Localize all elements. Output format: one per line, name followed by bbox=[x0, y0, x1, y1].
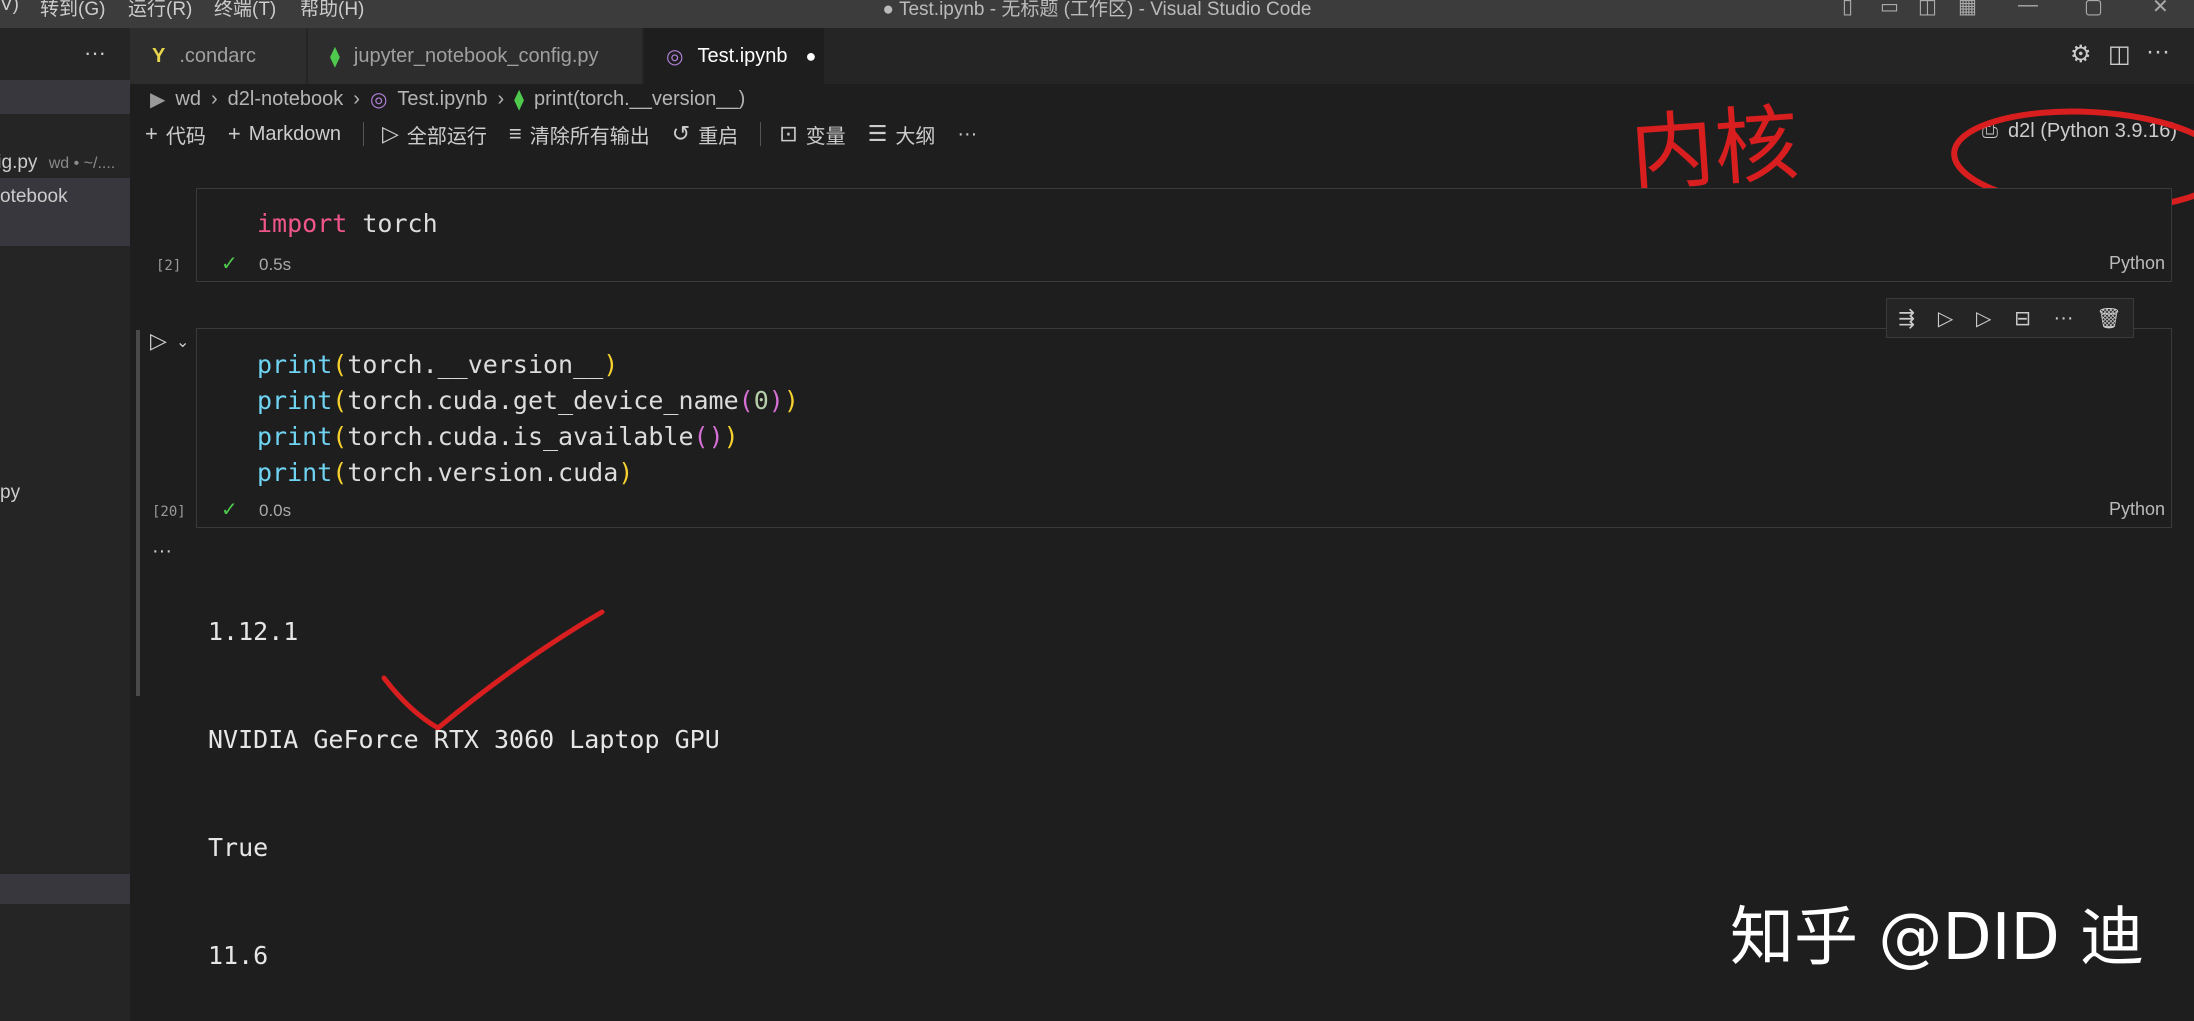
chevron-down-icon[interactable]: ⌄ bbox=[176, 332, 189, 352]
execution-count: [20] bbox=[152, 504, 186, 520]
code-editor[interactable]: print(torch.__version__) print(torch.cud… bbox=[257, 347, 799, 491]
cell-focus-indicator bbox=[136, 330, 140, 696]
split-cell-icon[interactable]: ⊟ bbox=[2014, 306, 2031, 331]
output-line: 1.12.1 bbox=[208, 617, 299, 646]
success-check-icon: ✓ bbox=[221, 499, 238, 521]
code-cell[interactable]: print(torch.__version__) print(torch.cud… bbox=[196, 328, 2172, 528]
cell-toolbar: ⇶ ▷ ▷ ⊟ ··· 🗑 bbox=[1886, 298, 2134, 338]
code-cell[interactable]: import torch ✓ 0.5s Python bbox=[196, 188, 2172, 282]
cell-language[interactable]: Python bbox=[2109, 499, 2165, 520]
execution-count: [2] bbox=[156, 258, 182, 274]
run-by-line-icon[interactable]: ⇶ bbox=[1898, 306, 1915, 331]
watermark: 知乎 @DID 迪 bbox=[1730, 901, 2145, 975]
more-icon[interactable]: ··· bbox=[2054, 307, 2074, 330]
output-line: 11.6 bbox=[208, 941, 269, 970]
run-cell-icon[interactable]: ▷ bbox=[150, 328, 167, 354]
execute-below-icon[interactable]: ▷ bbox=[1976, 306, 1991, 331]
success-check-icon: ✓ bbox=[221, 253, 238, 275]
cell-duration: 0.5s bbox=[259, 255, 292, 274]
cell-duration: 0.0s bbox=[259, 501, 292, 520]
code-editor[interactable]: import torch bbox=[257, 209, 438, 238]
output-more-icon[interactable]: ··· bbox=[152, 540, 172, 563]
cell-output: 1.12.1 NVIDIA GeForce RTX 3060 Laptop GP… bbox=[208, 542, 720, 1010]
execute-above-icon[interactable]: ▷ bbox=[1938, 306, 1953, 331]
delete-icon[interactable]: 🗑 bbox=[2096, 306, 2121, 331]
output-line: NVIDIA GeForce RTX 3060 Laptop GPU bbox=[208, 725, 720, 754]
cell-language[interactable]: Python bbox=[2109, 253, 2165, 274]
output-line: True bbox=[208, 833, 269, 862]
